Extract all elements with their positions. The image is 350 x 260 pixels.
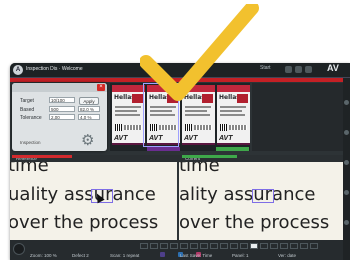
tool-button[interactable]	[270, 243, 278, 249]
thumb-text-line	[115, 110, 137, 112]
brand-logo: AV	[327, 63, 339, 73]
zoom-text-line: uality assurance	[10, 184, 156, 205]
status-panel: Panel: 1	[232, 253, 249, 258]
barcode	[194, 125, 212, 130]
thumb-text-line	[220, 114, 245, 116]
tool-button[interactable]	[310, 243, 318, 249]
tool-button[interactable]	[230, 243, 238, 249]
status-defect: Defect 2	[72, 253, 89, 258]
thumb-text-line	[220, 106, 246, 108]
based-percent-input[interactable]: 82.0 %	[78, 106, 100, 112]
tool-button[interactable]	[240, 243, 248, 249]
tool-strip	[140, 243, 340, 250]
right-pane-indicator	[182, 155, 237, 158]
tool-icon[interactable]	[344, 160, 349, 165]
thumb-footer	[182, 143, 215, 145]
based-input[interactable]: 500	[49, 106, 75, 112]
defect-marker[interactable]	[252, 189, 274, 203]
thumb-footer	[217, 143, 250, 145]
tolerance-dialog: × Target 10/100 Apply Based 500 82.0 % T…	[12, 83, 107, 151]
minimize-button[interactable]	[285, 66, 292, 73]
tolerance-label: Tolerance	[20, 115, 42, 121]
tool-icon[interactable]	[344, 190, 349, 195]
thumb-text-line	[185, 110, 207, 112]
target-label: Target	[20, 98, 34, 104]
thumb-brand: AVT	[184, 135, 198, 142]
selection-strip	[147, 147, 180, 151]
dialog-header	[12, 83, 107, 92]
thumb-text-line	[115, 114, 140, 116]
target-input[interactable]: 10/100	[49, 97, 75, 103]
tool-button[interactable]	[220, 243, 228, 249]
tool-icon[interactable]	[344, 220, 349, 225]
tool-icon[interactable]	[344, 130, 349, 135]
checkmark-icon	[140, 4, 259, 101]
tool-button[interactable]	[290, 243, 298, 249]
tool-button[interactable]	[170, 243, 178, 249]
tolerance-percent-input[interactable]: 4,0 %	[78, 114, 100, 120]
barcode	[229, 125, 247, 130]
left-pane-indicator	[12, 155, 72, 158]
based-label: Based	[20, 107, 35, 113]
bottom-toolbar: Zoom: 100 % Defect 2 Scan: 1 repeat Last…	[10, 240, 343, 260]
tool-button[interactable]	[210, 243, 218, 249]
status-zoom: Zoom: 100 %	[30, 253, 57, 258]
thumb-brand: AVT	[114, 135, 128, 142]
zoom-text-line: over the process	[179, 212, 330, 233]
zoom-text-line: time	[10, 162, 49, 176]
close-window-button[interactable]	[305, 66, 312, 73]
zoom-text-line: time	[179, 162, 220, 176]
tool-button[interactable]	[180, 243, 188, 249]
thumb-text-line	[185, 106, 211, 108]
zoom-text-line: ality assurance	[179, 184, 316, 205]
qr-code	[115, 124, 122, 131]
tool-button[interactable]	[300, 243, 308, 249]
dialog-footer-text: Inspection	[20, 140, 41, 145]
tool-icon[interactable]	[344, 100, 349, 105]
color-swatch[interactable]	[160, 252, 165, 257]
tool-button[interactable]	[140, 243, 148, 249]
gear-icon[interactable]: ⚙	[81, 131, 94, 149]
dialog-close-button[interactable]: ×	[97, 84, 105, 91]
tool-button[interactable]	[260, 243, 268, 249]
barcode	[124, 125, 142, 130]
thumb-text-line	[185, 114, 210, 116]
reference-zoom-pane[interactable]: time uality assurance over the process	[10, 162, 177, 240]
status-strip-green	[216, 147, 249, 151]
zoom-text-line: over the process	[10, 212, 159, 233]
home-button[interactable]	[13, 243, 25, 255]
right-sidebar	[343, 78, 350, 260]
thumb-footer	[112, 143, 145, 145]
tool-button[interactable]	[280, 243, 288, 249]
status-last-save: Last Save: Time	[180, 253, 213, 258]
maximize-button[interactable]	[295, 66, 302, 73]
status-version: Ver: date	[278, 253, 297, 258]
status-scan: Scan: 1 repeat	[110, 253, 140, 258]
thumb-brand: AVT	[219, 135, 233, 142]
right-panel	[252, 83, 350, 151]
tool-button[interactable]	[150, 243, 158, 249]
qr-code	[220, 124, 227, 131]
current-zoom-pane[interactable]: time ality assurance over the process	[179, 162, 343, 240]
tolerance-input[interactable]: 2,00	[49, 114, 75, 120]
tool-button[interactable]	[190, 243, 198, 249]
tool-button[interactable]	[200, 243, 208, 249]
start-label[interactable]: Start	[260, 65, 271, 71]
apply-button[interactable]: Apply	[79, 97, 99, 105]
thumb-text-line	[220, 110, 242, 112]
active-tool-button[interactable]	[250, 243, 258, 249]
thumb-text-line	[115, 106, 141, 108]
app-logo-icon: A	[13, 65, 23, 75]
tool-button[interactable]	[160, 243, 168, 249]
window-title: Inspection Dis · Welcome	[26, 66, 83, 72]
qr-code	[185, 124, 192, 131]
